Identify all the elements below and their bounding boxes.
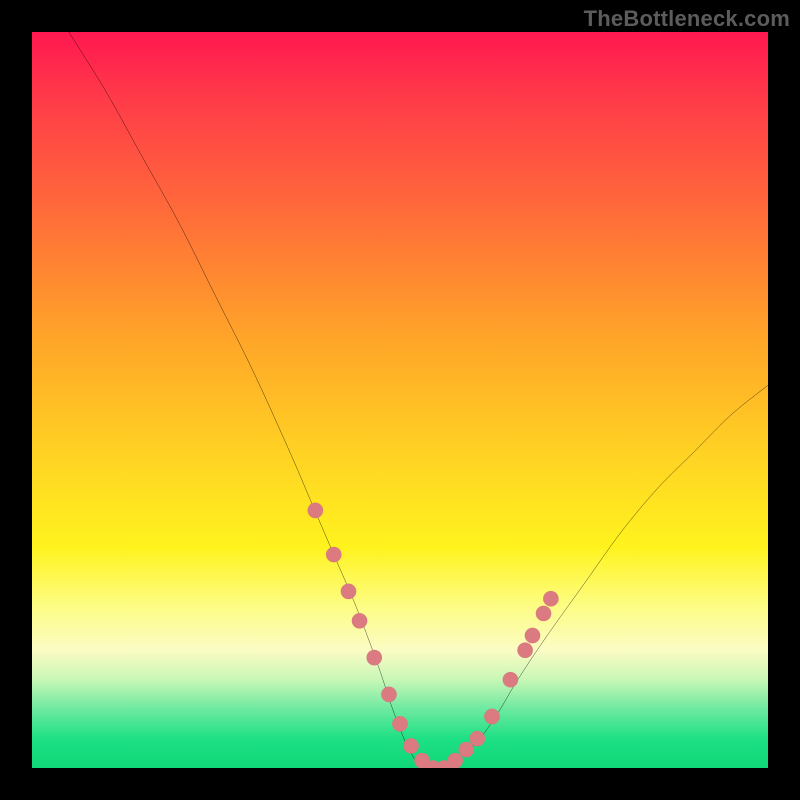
curve-marker — [447, 753, 462, 768]
curve-marker — [381, 687, 396, 702]
plot-area — [32, 32, 768, 768]
curve-marker — [459, 742, 474, 757]
highlighted-points — [308, 503, 559, 768]
chart-svg — [32, 32, 768, 768]
curve-marker — [352, 613, 367, 628]
curve-marker — [484, 709, 499, 724]
curve-marker — [470, 731, 485, 746]
curve-marker — [341, 584, 356, 599]
curve-marker — [543, 591, 558, 606]
curve-marker — [367, 650, 382, 665]
chart-frame: TheBottleneck.com — [0, 0, 800, 800]
curve-marker — [392, 716, 407, 731]
watermark-text: TheBottleneck.com — [584, 6, 790, 32]
curve-marker — [536, 606, 551, 621]
curve-marker — [308, 503, 323, 518]
curve-marker — [503, 672, 518, 687]
curve-marker — [525, 628, 540, 643]
bottleneck-curve — [69, 32, 768, 768]
curve-marker — [326, 547, 341, 562]
curve-marker — [403, 738, 418, 753]
curve-marker — [517, 643, 532, 658]
